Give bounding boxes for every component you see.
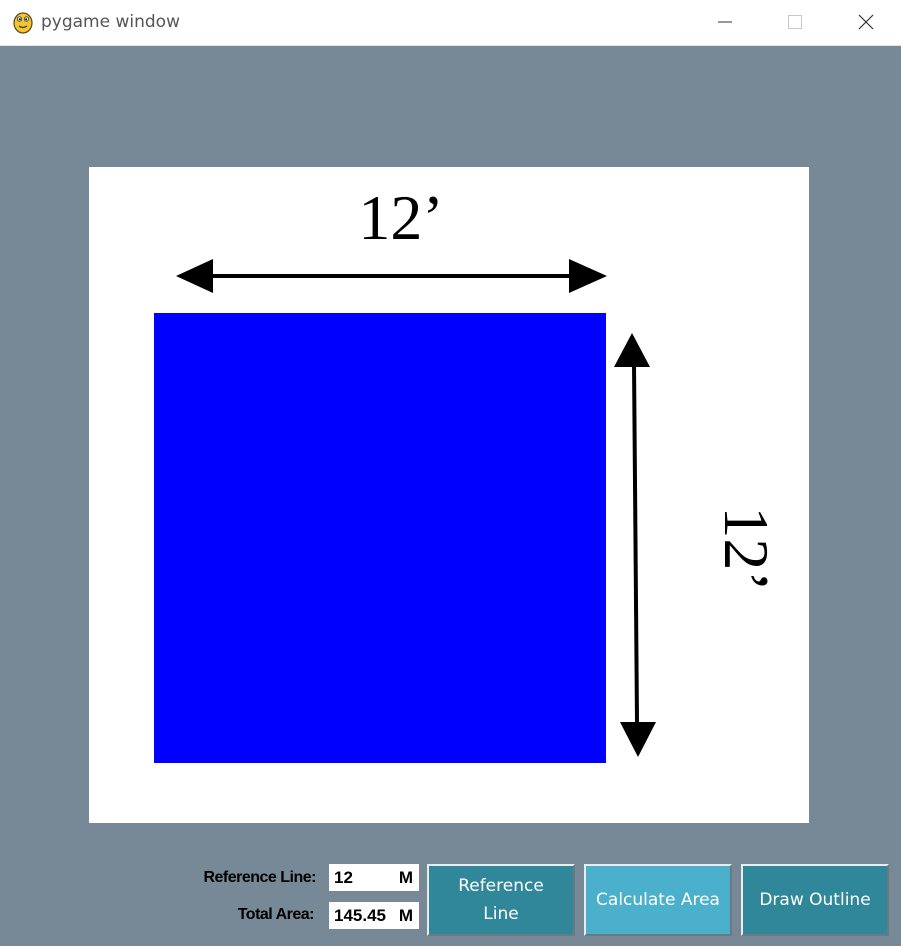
- draw-outline-button[interactable]: Draw Outline: [741, 864, 889, 936]
- reference-line-unit: M: [398, 868, 413, 887]
- total-area-value: 145.45: [334, 906, 386, 925]
- horizontal-dimension-arrow-icon: [176, 259, 607, 293]
- blue-floor-square: [154, 313, 606, 763]
- side-dimension-label: 12’: [711, 506, 782, 591]
- reference-line-input[interactable]: 12 M: [329, 864, 419, 891]
- drawing-canvas[interactable]: 12’ 12’: [89, 167, 809, 823]
- reference-line-label: Reference Line:: [203, 869, 316, 886]
- calculate-area-button[interactable]: Calculate Area: [584, 864, 732, 936]
- maximize-icon: [788, 15, 802, 29]
- title-bar: pygame window: [0, 0, 901, 46]
- total-area-unit: M: [398, 906, 413, 925]
- close-button[interactable]: [831, 0, 901, 45]
- top-dimension-label: 12’: [358, 182, 443, 253]
- reference-line-button[interactable]: Reference Line: [427, 864, 575, 936]
- reference-line-value: 12: [334, 868, 353, 887]
- minimize-icon: [718, 21, 732, 23]
- minimize-button[interactable]: [690, 0, 760, 45]
- floor-plan-drawing: 12’ 12’: [154, 182, 782, 763]
- total-area-field: 145.45 M: [329, 902, 419, 929]
- window-title: pygame window: [41, 12, 180, 32]
- total-area-label: Total Area:: [237, 906, 315, 923]
- vertical-dimension-arrow-icon: [614, 333, 656, 757]
- close-icon: [858, 14, 874, 30]
- pygame-snake-icon: [13, 12, 33, 34]
- maximize-button[interactable]: [760, 0, 830, 45]
